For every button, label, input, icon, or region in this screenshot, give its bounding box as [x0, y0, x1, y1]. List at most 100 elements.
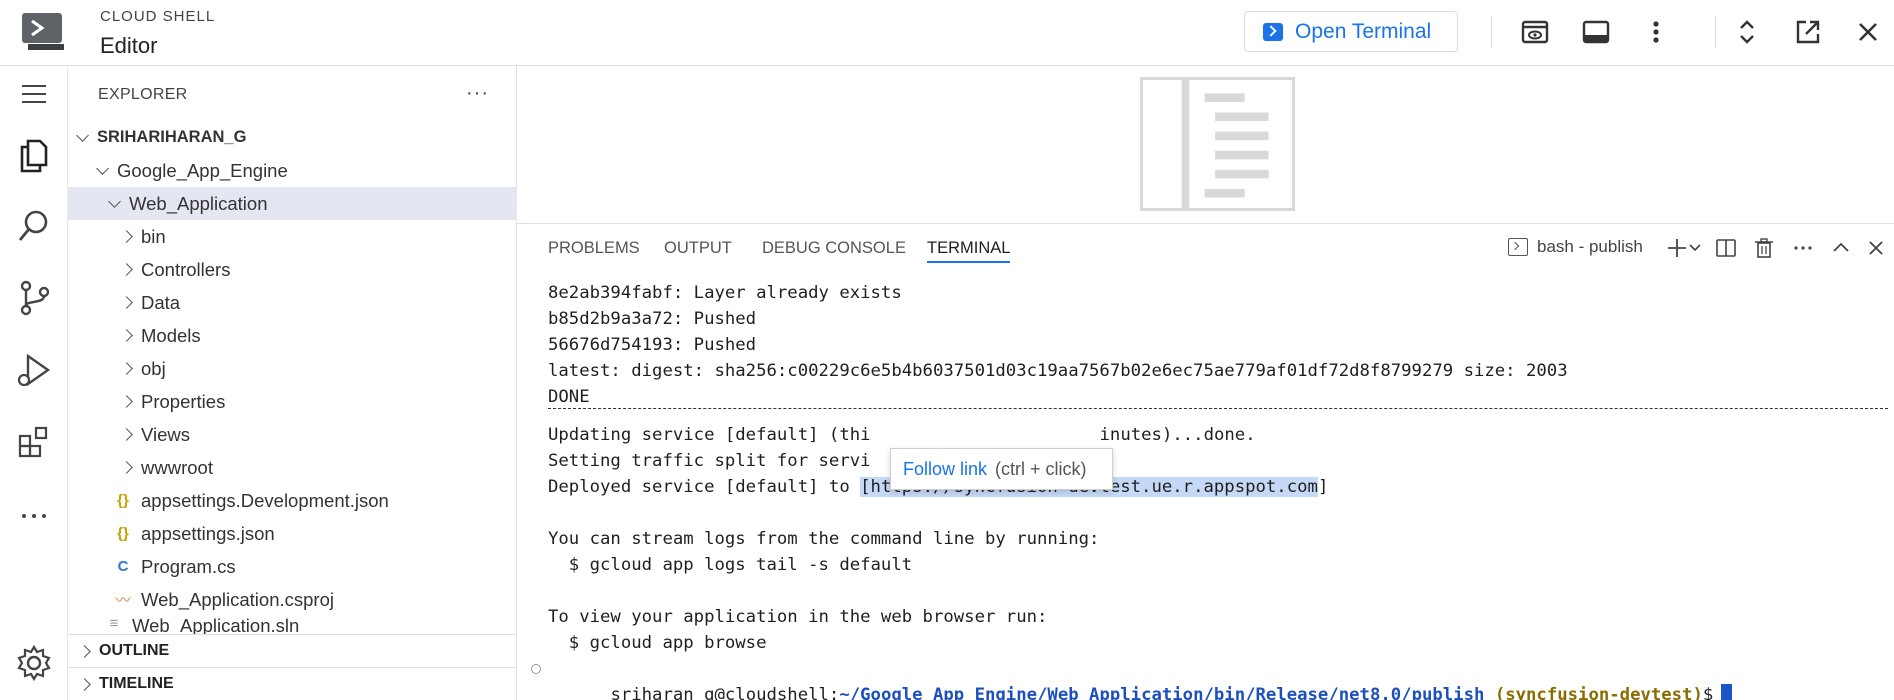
- terminal-icon: [1508, 238, 1528, 256]
- tree-item-label: wwwroot: [141, 456, 213, 478]
- json-file-icon: {}: [117, 492, 129, 509]
- terminal-separator: [548, 408, 1888, 409]
- chevron-down-icon[interactable]: [1687, 236, 1703, 260]
- tooltip-hint: (ctrl + click): [995, 458, 1087, 479]
- section-label: TIMELINE: [99, 675, 174, 692]
- prompt-path: ~/Google_App_Engine/Web_Application/bin/…: [839, 685, 1485, 700]
- add-terminal-icon[interactable]: [1665, 236, 1689, 260]
- settings-gear-icon[interactable]: [14, 643, 54, 683]
- terminal-prompt[interactable]: sriharan_g@cloudshell:~/Google_App_Engin…: [531, 656, 1733, 700]
- chevron-down-icon: [108, 194, 121, 208]
- tree-folder[interactable]: obj: [68, 352, 517, 385]
- tree-item-label: Program.cs: [141, 555, 236, 577]
- outline-section[interactable]: OUTLINE: [68, 634, 517, 667]
- json-file-icon: {}: [117, 525, 129, 542]
- tab-output[interactable]: OUTPUT: [664, 239, 732, 258]
- csharp-file-icon: C: [117, 558, 129, 575]
- explorer-title: EXPLORER: [98, 86, 188, 103]
- tab-problems[interactable]: PROBLEMS: [548, 239, 640, 258]
- chevron-right-icon: [120, 296, 133, 309]
- tree-item-label: Web_Application: [129, 192, 268, 214]
- tree-file[interactable]: C Program.cs: [68, 550, 517, 583]
- chevron-right-icon: [78, 677, 91, 691]
- run-debug-icon[interactable]: [14, 350, 54, 390]
- terminal-output[interactable]: 8e2ab394fabf: Layer already exists b85d2…: [531, 280, 1888, 700]
- tree-file[interactable]: ≡ Web_Application.sln: [68, 615, 517, 635]
- tree-folder[interactable]: Views: [68, 418, 517, 451]
- terminal-icon: [1263, 22, 1283, 41]
- tooltip-follow-link[interactable]: Follow link: [903, 459, 987, 480]
- prompt-user: sriharan_g@cloudshell:: [610, 685, 840, 700]
- close-panel-icon[interactable]: [1864, 236, 1888, 260]
- timeline-section[interactable]: TIMELINE: [68, 667, 517, 700]
- terminal-line: 8e2ab394fabf: Layer already exists: [548, 283, 902, 303]
- tree-root[interactable]: SRIHARIHARAN_G: [68, 121, 517, 154]
- extensions-icon[interactable]: [14, 422, 54, 462]
- tree-folder[interactable]: wwwroot: [68, 451, 517, 484]
- terminal-cursor: [1721, 684, 1733, 700]
- more-vert-icon[interactable]: [1640, 16, 1672, 48]
- chevron-right-icon: [120, 461, 133, 474]
- more-horiz-icon[interactable]: [14, 496, 54, 536]
- open-terminal-button[interactable]: Open Terminal: [1244, 11, 1458, 52]
- terminal-line: $ gcloud app logs tail -s default: [548, 555, 913, 575]
- search-icon[interactable]: [14, 206, 54, 246]
- web-preview-icon[interactable]: [1519, 16, 1551, 48]
- terminal-instance-selector[interactable]: bash - publish: [1508, 237, 1643, 257]
- tree-folder[interactable]: Properties: [68, 385, 517, 418]
- tree-folder[interactable]: Google_App_Engine: [68, 154, 517, 187]
- tree-item-label: bin: [141, 225, 166, 247]
- tree-folder[interactable]: Models: [68, 319, 517, 352]
- activity-bar: [0, 66, 68, 700]
- top-bar: CLOUD SHELL Editor Open Terminal: [0, 0, 1894, 66]
- terminal-text: inutes)...done.: [1099, 425, 1256, 445]
- chevron-down-icon: [76, 128, 89, 142]
- terminal-line: DONE: [548, 387, 590, 407]
- cloud-shell-logo-icon: [22, 13, 64, 50]
- explorer-more-button[interactable]: ···: [466, 82, 489, 105]
- divider: [1715, 16, 1716, 48]
- project-file-icon: 〰: [115, 592, 131, 609]
- trash-icon[interactable]: [1752, 236, 1776, 260]
- tree-folder[interactable]: bin: [68, 220, 517, 253]
- open-new-window-icon[interactable]: [1792, 16, 1824, 48]
- brand-subtitle: CLOUD SHELL: [100, 8, 216, 25]
- tree-root-label: SRIHARIHARAN_G: [97, 128, 247, 146]
- more-actions-icon[interactable]: [1791, 236, 1815, 260]
- tab-terminal[interactable]: TERMINAL: [927, 239, 1011, 263]
- brand-title: Editor: [100, 33, 158, 58]
- terminal-line: 56676d754193: Pushed: [548, 335, 757, 355]
- close-icon[interactable]: [1852, 16, 1884, 48]
- terminal-line: $ gcloud app browse: [548, 633, 767, 653]
- tree-item-label: Data: [141, 291, 181, 313]
- split-terminal-icon[interactable]: [1714, 236, 1738, 260]
- tree-file[interactable]: {} appsettings.json: [68, 517, 517, 550]
- tree-folder-selected[interactable]: Web_Application: [68, 187, 517, 220]
- chevron-right-icon: [120, 395, 133, 408]
- chevron-right-icon: [120, 428, 133, 441]
- tree-file[interactable]: 〰 Web_Application.csproj: [68, 583, 517, 616]
- tree-file[interactable]: {} appsettings.Development.json: [68, 484, 517, 517]
- tree-item-label: Properties: [141, 390, 226, 412]
- explorer-files-icon[interactable]: [14, 135, 54, 175]
- open-terminal-label: Open Terminal: [1295, 19, 1432, 43]
- expand-icon[interactable]: [1731, 16, 1763, 48]
- tree-item-label: Web_Application.sln: [132, 615, 300, 635]
- tree-folder[interactable]: Controllers: [68, 253, 517, 286]
- maximize-panel-icon[interactable]: [1829, 236, 1853, 260]
- tree-item-label: appsettings.Development.json: [141, 489, 389, 511]
- toggle-panel-icon[interactable]: [1580, 16, 1612, 48]
- source-control-icon[interactable]: [14, 278, 54, 318]
- chevron-right-icon: [120, 329, 133, 342]
- explorer-panel: EXPLORER ··· SRIHARIHARAN_G Google_App_E…: [68, 66, 517, 700]
- tree-item-label: Views: [141, 423, 191, 445]
- tab-debug-console[interactable]: DEBUG CONSOLE: [762, 239, 906, 258]
- tree-item-label: Controllers: [141, 258, 231, 280]
- follow-link-tooltip: Follow link (ctrl + click): [890, 448, 1113, 490]
- tree-item-label: Google_App_Engine: [117, 159, 288, 181]
- menu-icon[interactable]: [14, 74, 54, 114]
- tree-folder[interactable]: Data: [68, 286, 517, 319]
- solution-file-icon: ≡: [109, 615, 119, 632]
- divider: [1491, 16, 1492, 48]
- terminal-line: You can stream logs from the command lin…: [548, 529, 1100, 549]
